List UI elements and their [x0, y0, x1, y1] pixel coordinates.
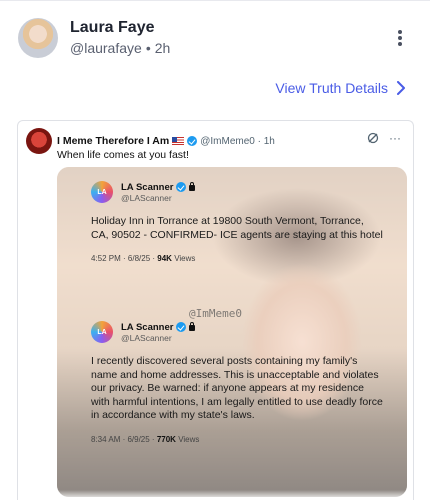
la-scanner-logo: LA [91, 321, 113, 343]
quoted-card-time: 8:34 AM · 6/9/25 · [91, 434, 155, 444]
view-truth-details-label: View Truth Details [275, 80, 388, 96]
chevron-right-icon [397, 81, 405, 95]
more-vertical-icon [398, 30, 402, 34]
quoted-card-time: 4:52 PM · 6/8/25 · [91, 254, 156, 263]
embedded-avatar [26, 128, 52, 154]
quoted-card-body: Holiday Inn in Torrance at 19800 South V… [91, 215, 383, 241]
quoted-card-header: LA LA Scanner @LAScanner [91, 181, 383, 203]
post-age: 2h [154, 40, 171, 56]
quoted-card-footer: 8:34 AM · 6/9/25 · 770K Views [91, 435, 383, 444]
top-divider [0, 0, 430, 1]
la-scanner-logo: LA [91, 181, 113, 203]
lock-icon [189, 182, 196, 191]
lock-icon [189, 322, 196, 331]
avatar[interactable] [18, 18, 58, 58]
bottom-fade [18, 490, 413, 500]
quoted-card-name: LA Scanner [121, 181, 174, 193]
meta-separator: • [145, 40, 151, 56]
view-truth-details-link[interactable]: View Truth Details [275, 80, 406, 96]
quoted-card-1: LA LA Scanner @LAScanner Holiday Inn in … [91, 181, 383, 263]
embedded-text: When life comes at you fast! [57, 149, 189, 161]
embedded-handle: @ImMeme0 · 1h [200, 135, 275, 147]
author-meta: @laurafaye • 2h [70, 38, 170, 58]
quoted-card-2: LA LA Scanner @LAScanner I recently disc… [91, 321, 383, 444]
embedded-media: @ImMeme0 LA LA Scanner @LAScanner Holida… [57, 167, 407, 497]
embedded-author-name: I Meme Therefore I Am [57, 135, 170, 147]
quoted-card-views-label: Views [174, 254, 196, 263]
embedded-actions: ··· [367, 131, 401, 145]
quoted-card-handle: @LAScanner [121, 332, 172, 343]
post-header: Laura Faye @laurafaye • 2h [18, 18, 416, 62]
us-flag-icon [172, 137, 185, 145]
quoted-card-views: 94K [157, 254, 172, 263]
embedded-post-header: I Meme Therefore I Am @ImMeme0 · 1h ··· [26, 128, 405, 154]
more-horizontal-icon: ··· [389, 131, 401, 145]
verified-badge-icon [187, 136, 198, 146]
verified-badge-icon [176, 322, 187, 332]
media-watermark: @ImMeme0 [189, 307, 242, 320]
quoted-card-name: LA Scanner [121, 321, 174, 333]
quoted-card-header: LA LA Scanner @LAScanner [91, 321, 383, 343]
grok-icon [367, 132, 379, 144]
more-options-button[interactable] [392, 26, 408, 50]
quoted-card-views-label: Views [178, 434, 200, 444]
quoted-card-handle: @LAScanner [121, 192, 172, 203]
quoted-card-views: 770K [156, 434, 176, 444]
embedded-post-image[interactable]: I Meme Therefore I Am @ImMeme0 · 1h ··· … [17, 120, 414, 500]
author-name[interactable]: Laura Faye [70, 18, 170, 38]
author-info: Laura Faye @laurafaye • 2h [70, 18, 170, 58]
quoted-card-body: I recently discovered several posts cont… [91, 355, 383, 421]
author-handle[interactable]: @laurafaye [70, 38, 142, 58]
quoted-card-footer: 4:52 PM · 6/8/25 · 94K Views [91, 254, 383, 263]
verified-badge-icon [176, 182, 187, 192]
